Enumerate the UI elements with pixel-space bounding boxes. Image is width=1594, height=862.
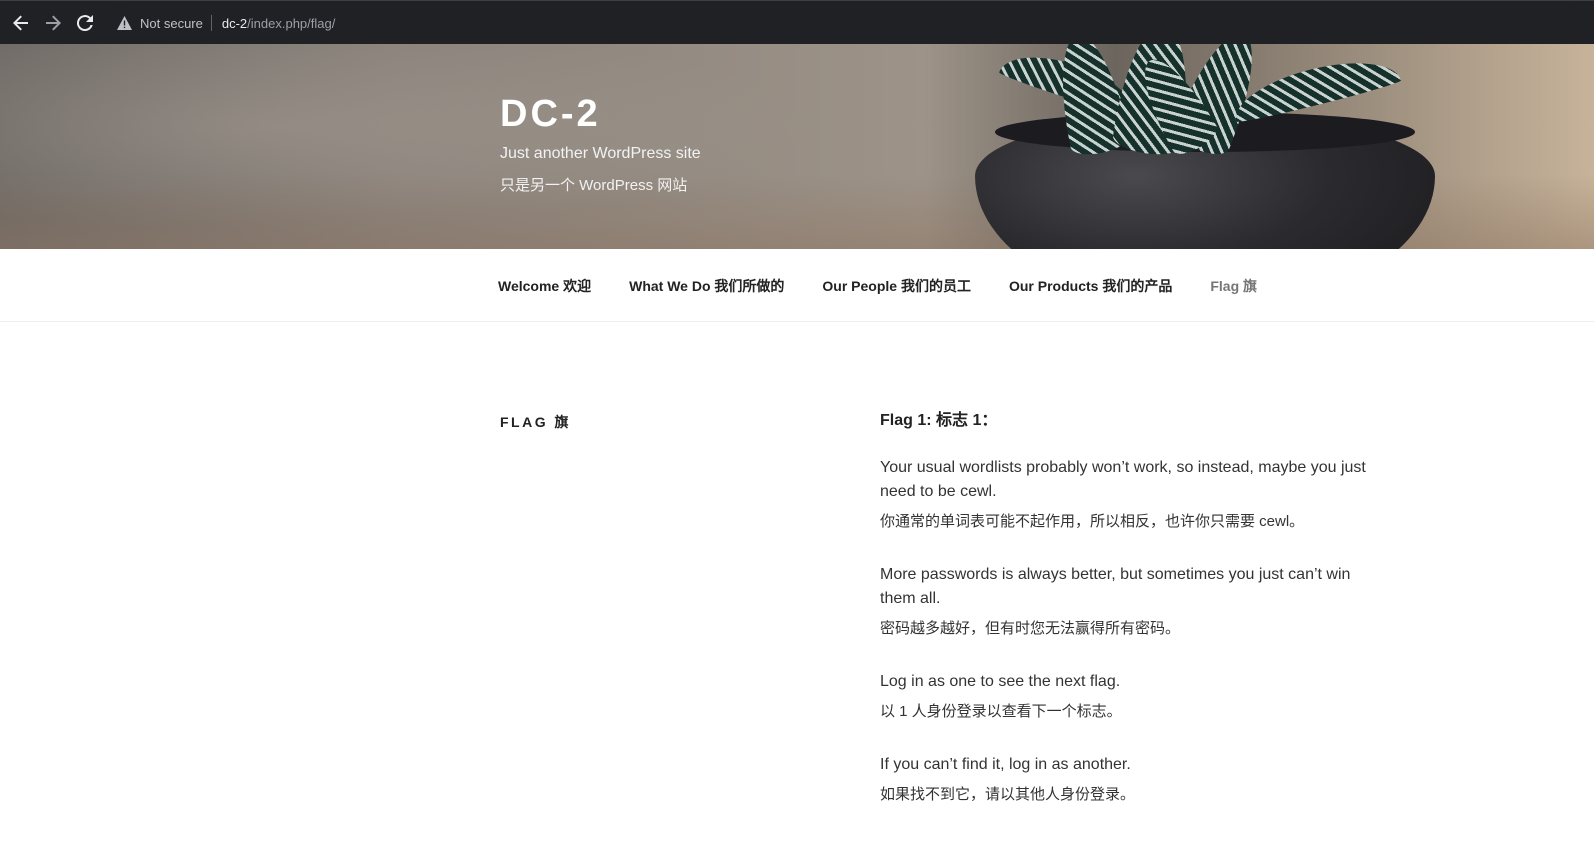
arrow-left-icon: [13, 15, 28, 31]
paragraph: More passwords is always better, but som…: [880, 563, 1390, 639]
paragraph: If you can’t find it, log in as another.…: [880, 753, 1390, 805]
paragraph-zh: 以 1 人身份登录以查看下一个标志。: [880, 703, 1122, 720]
omnibox-divider: [210, 15, 212, 31]
address-bar[interactable]: Not secure dc-2/index.php/flag/: [106, 6, 1586, 40]
paragraph-en: More passwords is always better, but som…: [880, 566, 1351, 607]
site-branding: DC-2 Just another WordPress site 只是另一个 W…: [500, 92, 701, 196]
arrow-right-icon: [46, 15, 61, 31]
menu-item-flag[interactable]: Flag 旗: [1210, 276, 1257, 296]
site-description: Just another WordPress site: [500, 145, 701, 162]
paragraph-zh: 密码越多越好，但有时您无法赢得所有密码。: [880, 620, 1181, 637]
paragraph: Your usual wordlists probably won’t work…: [880, 456, 1390, 532]
menu-item-our-products[interactable]: Our Products 我们的产品: [1009, 276, 1172, 296]
page-title: FLAG 旗: [500, 414, 571, 430]
paragraph-zh: 你通常的单词表可能不起作用，所以相反，也许你只需要 cewl。: [880, 513, 1305, 530]
url-text[interactable]: dc-2/index.php/flag/: [222, 16, 335, 31]
menu-item-welcome[interactable]: Welcome 欢迎: [498, 276, 591, 296]
forward-button[interactable]: [39, 9, 67, 37]
back-button[interactable]: [7, 9, 35, 37]
url-path: /index.php/flag/: [247, 15, 336, 31]
site-title[interactable]: DC-2: [500, 92, 701, 136]
url-host: dc-2: [221, 15, 248, 31]
menu-item-what-we-do[interactable]: What We Do 我们所做的: [629, 276, 784, 296]
top-menu: Welcome 欢迎 What We Do 我们所做的 Our People 我…: [498, 249, 1257, 322]
navigation-bar: Welcome 欢迎 What We Do 我们所做的 Our People 我…: [0, 249, 1594, 322]
paragraph-zh: 如果找不到它，请以其他人身份登录。: [880, 786, 1136, 803]
security-label[interactable]: Not secure: [140, 16, 203, 31]
reload-icon: [77, 15, 93, 31]
paragraph-en: Your usual wordlists probably won’t work…: [880, 459, 1366, 500]
entry-content: Flag 1: 标志 1： Your usual wordlists proba…: [880, 410, 1390, 836]
site-description-zh: 只是另一个 WordPress 网站: [500, 177, 688, 194]
warning-icon[interactable]: [116, 15, 132, 31]
header-image: DC-2 Just another WordPress site 只是另一个 W…: [0, 44, 1594, 249]
flag-heading: Flag 1: 标志 1：: [880, 412, 998, 429]
paragraph-en: Log in as one to see the next flag.: [880, 673, 1121, 690]
paragraph: Log in as one to see the next flag. 以 1 …: [880, 670, 1390, 722]
browser-toolbar: Not secure dc-2/index.php/flag/: [0, 0, 1594, 44]
paragraph-en: If you can’t find it, log in as another.: [880, 756, 1131, 773]
plant-leaf: [1228, 48, 1402, 126]
reload-button[interactable]: [71, 9, 99, 37]
menu-item-our-people[interactable]: Our People 我们的员工: [822, 276, 971, 296]
